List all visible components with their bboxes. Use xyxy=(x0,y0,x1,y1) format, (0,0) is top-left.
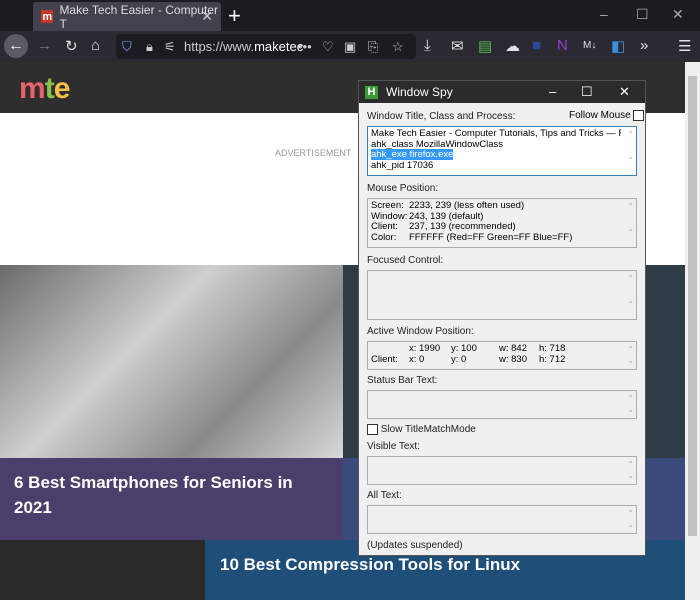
active-h: h: 712 xyxy=(539,353,566,365)
reload-button[interactable]: ↻ xyxy=(65,37,78,55)
mouse-row-key: Color: xyxy=(371,231,397,243)
mouse-row-key: Screen: xyxy=(371,200,404,211)
textbox-scrollbar[interactable]: ⌃ ⌄ xyxy=(627,273,634,306)
article-image xyxy=(0,265,343,458)
mail-icon[interactable]: ✉ xyxy=(451,37,464,55)
follow-mouse-label: Follow Mouse xyxy=(569,110,631,122)
slow-titlematch-checkbox[interactable]: Slow TitleMatchMode xyxy=(367,424,476,435)
article-card[interactable]: 6 Best Smartphones for Seniors in 2021 xyxy=(0,265,343,540)
textbox-scrollbar[interactable]: ⌃ ⌄ xyxy=(627,344,634,366)
window-title-label: Window Title, Class and Process: xyxy=(367,111,516,122)
url-bar[interactable]: ⛉ 🔒︎ ⚟ https://www.maketec ••• ♡ ▣ ⎘ ☆ xyxy=(116,34,416,59)
checkbox-icon[interactable] xyxy=(633,110,645,121)
nav-toolbar: ← → ↻ ⌂ ⛉ 🔒︎ ⚟ https://www.maketec ••• ♡… xyxy=(0,31,700,62)
downloads-icon[interactable]: ⤓ xyxy=(424,37,431,54)
all-text-label: All Text: xyxy=(367,490,402,501)
scrollbar-thumb[interactable] xyxy=(688,76,697,536)
advertisement-label: ADVERTISEMENT xyxy=(275,148,352,158)
focused-control-textbox[interactable]: ⌃ ⌄ xyxy=(367,270,637,320)
window-title-line: Make Tech Easier - Computer Tutorials, T… xyxy=(371,129,621,139)
window-info-textbox[interactable]: Make Tech Easier - Computer Tutorials, T… xyxy=(367,126,637,176)
home-button[interactable]: ⌂ xyxy=(91,37,100,54)
active-w: w: 830 xyxy=(499,353,527,365)
back-button[interactable]: ← xyxy=(4,34,28,58)
mouse-row-value: FFFFFF (Red=FF Green=FF Blue=FF) xyxy=(409,231,573,243)
reader-view-icon[interactable]: ▣ xyxy=(344,34,356,59)
print-extension-icon[interactable]: ▤ xyxy=(478,37,492,55)
status-bar-label: Status Bar Text: xyxy=(367,375,438,386)
browser-tab[interactable]: m Make Tech Easier - Computer T ✕ xyxy=(33,2,221,31)
tab-bar: m Make Tech Easier - Computer T ✕ + – ☐ … xyxy=(0,0,700,31)
active-row-key: Client: xyxy=(371,353,398,365)
textbox-scrollbar[interactable]: ⌃ ⌄ xyxy=(627,393,634,415)
mouse-row-value: 237, 139 (recommended) xyxy=(409,221,516,232)
spy-close-button[interactable]: ✕ xyxy=(619,84,630,100)
spy-minimize-button[interactable]: – xyxy=(549,84,556,99)
mouse-row-key: Client: xyxy=(371,221,398,232)
article-title[interactable]: 6 Best Smartphones for Seniors in 2021 xyxy=(0,458,343,540)
mouse-row-value: 2233, 239 (less often used) xyxy=(409,200,525,211)
textbox-scrollbar[interactable]: ⌃ ⌄ xyxy=(627,508,634,530)
mouse-position-label: Mouse Position: xyxy=(367,183,439,194)
spy-title-bar[interactable]: H Window Spy – ☐ ✕ xyxy=(359,81,645,103)
shield-icon[interactable]: ⛉ xyxy=(122,34,132,59)
permissions-icon[interactable]: ⚟ xyxy=(164,34,176,59)
active-window-label: Active Window Position: xyxy=(367,326,474,337)
hamburger-menu-icon[interactable]: ☰ xyxy=(678,37,691,55)
active-x: x: 1990 xyxy=(409,343,441,354)
window-exe-line: ahk_exe firefox.exe xyxy=(371,149,454,160)
markdown-icon[interactable]: M↓ xyxy=(583,40,596,51)
maximize-button[interactable]: ☐ xyxy=(636,6,649,23)
lock-icon[interactable]: 🔒︎ xyxy=(146,34,153,59)
visible-text-label: Visible Text: xyxy=(367,441,420,452)
active-window-textbox[interactable]: x: 1990 y: 100 w: 842 h: 718 Client: x: 0 y: … xyxy=(367,341,637,370)
url-prefix: https://www. xyxy=(184,39,255,54)
spy-title: Window Spy xyxy=(386,85,453,99)
site-favicon-icon: m xyxy=(41,10,54,23)
page-scrollbar[interactable] xyxy=(685,62,700,600)
close-window-button[interactable]: ✕ xyxy=(672,6,684,23)
updates-status: (Updates suspended) xyxy=(367,540,463,551)
page-actions-icon[interactable]: ••• xyxy=(298,34,312,59)
forward-button[interactable]: → xyxy=(37,37,52,54)
focused-control-label: Focused Control: xyxy=(367,255,444,266)
window-spy-dialog: H Window Spy – ☐ ✕ Window Title, Class a… xyxy=(358,80,646,556)
close-tab-icon[interactable]: ✕ xyxy=(201,8,213,25)
visible-text-textbox[interactable]: ⌃ ⌄ xyxy=(367,456,637,485)
status-bar-textbox[interactable]: ⌃ ⌄ xyxy=(367,390,637,419)
autohotkey-icon: H xyxy=(365,85,378,99)
textbox-scrollbar[interactable]: ⌃ ⌄ xyxy=(627,129,634,162)
document-extension-icon[interactable]: ◧ xyxy=(611,37,625,55)
slow-titlematch-label: Slow TitleMatchMode xyxy=(380,424,476,436)
all-text-textbox[interactable]: ⌃ ⌄ xyxy=(367,505,637,534)
translate-icon[interactable]: ⎘ xyxy=(368,34,378,59)
url-domain: maketec xyxy=(254,39,304,54)
active-w: w: 842 xyxy=(499,343,527,354)
onenote-icon[interactable]: N xyxy=(557,37,568,54)
active-y: y: 100 xyxy=(451,343,477,354)
textbox-scrollbar[interactable]: ⌃ ⌄ xyxy=(627,459,634,481)
pocket-icon[interactable]: ♡ xyxy=(322,34,334,59)
bookmark-star-icon[interactable]: ☆ xyxy=(392,34,404,59)
site-logo[interactable]: mtemte xyxy=(19,72,70,106)
article-image xyxy=(0,540,205,600)
cloud-icon[interactable]: ☁ xyxy=(505,37,520,55)
active-x: x: 0 xyxy=(409,353,425,365)
tab-title: Make Tech Easier - Computer T xyxy=(59,2,218,31)
overflow-menu-icon[interactable]: » xyxy=(640,37,648,54)
spy-maximize-button[interactable]: ☐ xyxy=(581,84,593,100)
checkbox-icon[interactable] xyxy=(367,424,378,435)
active-y: y: 0 xyxy=(451,353,467,365)
minimize-button[interactable]: – xyxy=(600,6,608,22)
mouse-position-textbox[interactable]: Screen: 2233, 239 (less often used) Windo… xyxy=(367,198,637,248)
window-pid-line: ahk_pid 17036 xyxy=(371,159,434,171)
textbox-scrollbar[interactable]: ⌃ ⌄ xyxy=(627,201,634,234)
new-tab-button[interactable]: + xyxy=(228,3,241,29)
follow-mouse-checkbox[interactable]: Follow Mouse xyxy=(569,110,645,122)
active-h: h: 718 xyxy=(539,343,566,354)
extension-icon[interactable]: ■ xyxy=(532,37,541,54)
active-row-key xyxy=(371,344,409,355)
